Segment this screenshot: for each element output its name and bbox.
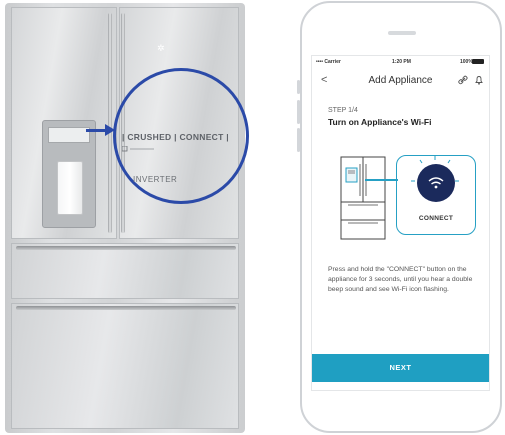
dispenser-display <box>48 127 90 143</box>
step-indicator: STEP 1/4 <box>328 107 358 114</box>
instructions-text: Press and hold the "CONNECT" button on t… <box>328 266 473 293</box>
status-bar: •••• Carrier 1:20 PM 100% <box>312 56 489 68</box>
inverter-label: INVERTER <box>133 175 178 184</box>
next-button[interactable]: NEXT <box>312 354 489 382</box>
brand-logo-icon: ✲ <box>157 43 165 53</box>
battery-icon <box>472 59 484 64</box>
control-panel-text: | CRUSHED | CONNECT | <box>122 132 229 142</box>
dispenser-nozzle <box>57 161 83 215</box>
bell-icon[interactable] <box>474 75 484 85</box>
battery-percent: 100% <box>460 59 473 65</box>
fridge-upper-drawer <box>11 243 239 299</box>
phone-side-button <box>297 128 300 152</box>
link-icon[interactable] <box>458 75 468 85</box>
phone-side-button <box>297 80 300 94</box>
connector-line <box>365 179 398 181</box>
drawer-handle <box>16 246 236 250</box>
drawer-handle <box>16 306 236 310</box>
nav-bar: < Add Appliance <box>312 69 489 93</box>
connect-label: CONNECT <box>418 215 454 222</box>
app-screen: •••• Carrier 1:20 PM 100% < Add Applianc… <box>311 55 490 391</box>
water-dispenser <box>42 120 96 228</box>
connect-button-illustration: CONNECT <box>396 155 476 235</box>
fridge-illustration: ✲ | CRUSHED | CONNECT | INVERTER <box>5 3 329 433</box>
carrier-label: •••• Carrier <box>316 59 341 65</box>
lock-indicator-icon <box>122 146 154 152</box>
flash-rays-icon <box>411 156 459 182</box>
status-time: 1:20 PM <box>392 59 411 65</box>
step-heading: Turn on Appliance's Wi-Fi <box>328 117 432 127</box>
fridge-lower-drawer <box>11 303 239 429</box>
left-door-handle <box>108 13 112 233</box>
fridge-left-door <box>11 7 117 239</box>
fridge-outline-icon <box>340 156 386 240</box>
phone-side-button <box>297 100 300 124</box>
phone-speaker <box>388 31 416 35</box>
